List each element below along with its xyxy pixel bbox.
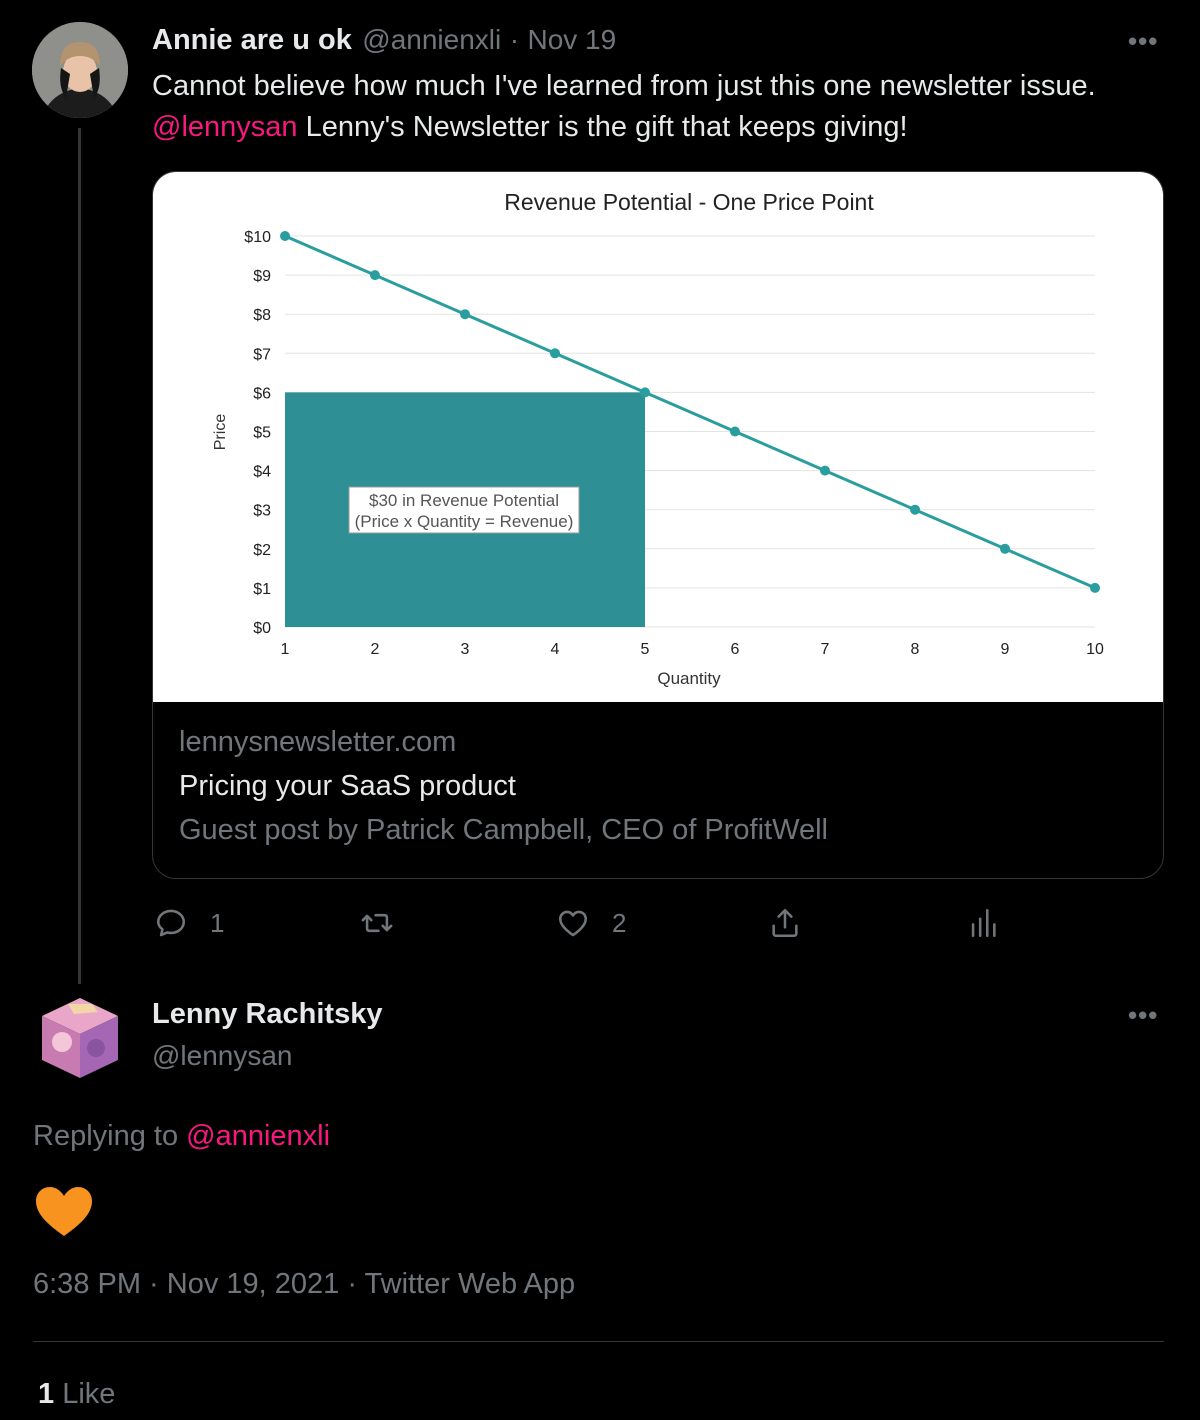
analytics-button[interactable]	[966, 906, 1000, 940]
data-point	[550, 348, 560, 359]
y-tick-label: $10	[244, 229, 271, 246]
data-point	[460, 309, 470, 320]
orange-heart-icon	[36, 1187, 92, 1236]
separator-dot: ·	[509, 24, 520, 55]
x-axis-label: Quantity	[657, 669, 721, 688]
reply-icon	[156, 909, 186, 937]
data-point	[730, 426, 740, 437]
data-point	[640, 387, 650, 398]
tweet-text-rest: Lenny's Newsletter is the gift that keep…	[297, 111, 908, 143]
tweet-text: Cannot believe how much I've learned fro…	[152, 66, 1162, 148]
like-count: 2	[612, 907, 627, 938]
annotation-line-1: $30 in Revenue Potential	[369, 491, 559, 510]
data-point	[910, 504, 920, 515]
thread-connector-line	[78, 128, 81, 984]
share-button[interactable]	[768, 906, 802, 940]
more-horizontal-icon[interactable]: •••	[1128, 1000, 1158, 1031]
y-tick-label: $9	[253, 268, 271, 285]
x-tick-label: 10	[1086, 641, 1104, 658]
card-domain: lennysnewsletter.com	[179, 726, 457, 758]
card-meta: lennysnewsletter.com Pricing your SaaS p…	[179, 720, 1137, 852]
like-button[interactable]: 2	[556, 906, 626, 940]
retweet-icon	[361, 913, 393, 933]
heart-icon	[558, 910, 588, 937]
data-point	[1090, 582, 1100, 593]
y-tick-label: $6	[253, 385, 271, 402]
replying-to-prefix: Replying to	[33, 1120, 187, 1152]
link-card[interactable]: Revenue Potential - One Price Point $0 $1…	[152, 171, 1164, 879]
x-tick-label: 9	[1001, 641, 1010, 658]
revenue-chart: Revenue Potential - One Price Point $0 $1…	[212, 189, 1104, 688]
data-point	[280, 231, 290, 241]
x-tick-label: 5	[641, 641, 650, 658]
avatar-photo	[32, 22, 128, 118]
more-horizontal-icon[interactable]: •••	[1128, 26, 1158, 57]
likes-count: 1	[38, 1378, 55, 1410]
tweet-date[interactable]: Nov 19	[527, 24, 616, 55]
x-tick-label: 2	[371, 641, 380, 658]
data-point	[820, 465, 830, 476]
y-tick-label: $4	[253, 464, 271, 481]
y-tick-label: $7	[253, 346, 271, 363]
tweet-text-line-2: @lennysan Lenny's Newsletter is the gift…	[152, 107, 1162, 148]
mention-link[interactable]: @lennysan	[152, 111, 298, 143]
card-description: Guest post by Patrick Campbell, CEO of P…	[179, 814, 828, 846]
data-point	[1000, 543, 1010, 554]
x-tick-label: 1	[281, 641, 290, 658]
x-tick-label: 3	[461, 641, 470, 658]
avatar[interactable]	[38, 996, 122, 1080]
author-handle[interactable]: @annienxli	[362, 24, 501, 55]
reply-author-name[interactable]: Lenny Rachitsky	[152, 998, 382, 1031]
annotation-line-2: (Price x Quantity = Revenue)	[355, 512, 574, 531]
y-tick-label: $1	[253, 581, 271, 598]
x-tick-label: 6	[731, 641, 740, 658]
avatar-cube-image	[42, 998, 118, 1078]
orange-heart-emoji	[34, 1186, 94, 1238]
data-point	[370, 270, 380, 281]
avatar[interactable]	[32, 22, 128, 118]
reply-timestamp[interactable]: 6:38 PM · Nov 19, 2021 · Twitter Web App	[33, 1268, 575, 1301]
tweet-text-line-1: Cannot believe how much I've learned fro…	[152, 70, 1096, 102]
reply-author-handle[interactable]: @lennysan	[152, 1040, 293, 1072]
x-tick-label: 4	[551, 641, 560, 658]
card-image-chart: Revenue Potential - One Price Point $0 $1…	[153, 172, 1163, 702]
y-tick-label: $2	[253, 542, 271, 559]
replying-to-mention[interactable]: @annienxli	[186, 1120, 330, 1152]
y-tick-label: $0	[253, 620, 271, 637]
share-icon	[772, 908, 798, 938]
y-axis-label: Price	[212, 414, 229, 451]
reply-count: 1	[210, 907, 225, 938]
analytics-icon	[971, 908, 996, 938]
y-tick-label: $3	[253, 503, 271, 520]
replying-to: Replying to @annienxli	[33, 1120, 330, 1153]
tweet-header: Annie are u ok @annienxli · Nov 19	[152, 24, 616, 57]
likes-summary[interactable]: 1 Like	[38, 1378, 115, 1411]
divider	[33, 1341, 1164, 1342]
author-name[interactable]: Annie are u ok	[152, 24, 352, 56]
x-tick-label: 7	[821, 641, 830, 658]
card-title: Pricing your SaaS product	[179, 770, 516, 802]
reply-button[interactable]: 1	[154, 906, 224, 940]
likes-label: Like	[62, 1378, 116, 1410]
y-tick-label: $5	[253, 425, 271, 442]
chart-title: Revenue Potential - One Price Point	[504, 189, 874, 215]
retweet-button[interactable]	[360, 906, 416, 940]
annotation-box: $30 in Revenue Potential (Price x Quanti…	[348, 486, 580, 534]
y-tick-label: $8	[253, 307, 271, 324]
x-tick-label: 8	[911, 641, 920, 658]
